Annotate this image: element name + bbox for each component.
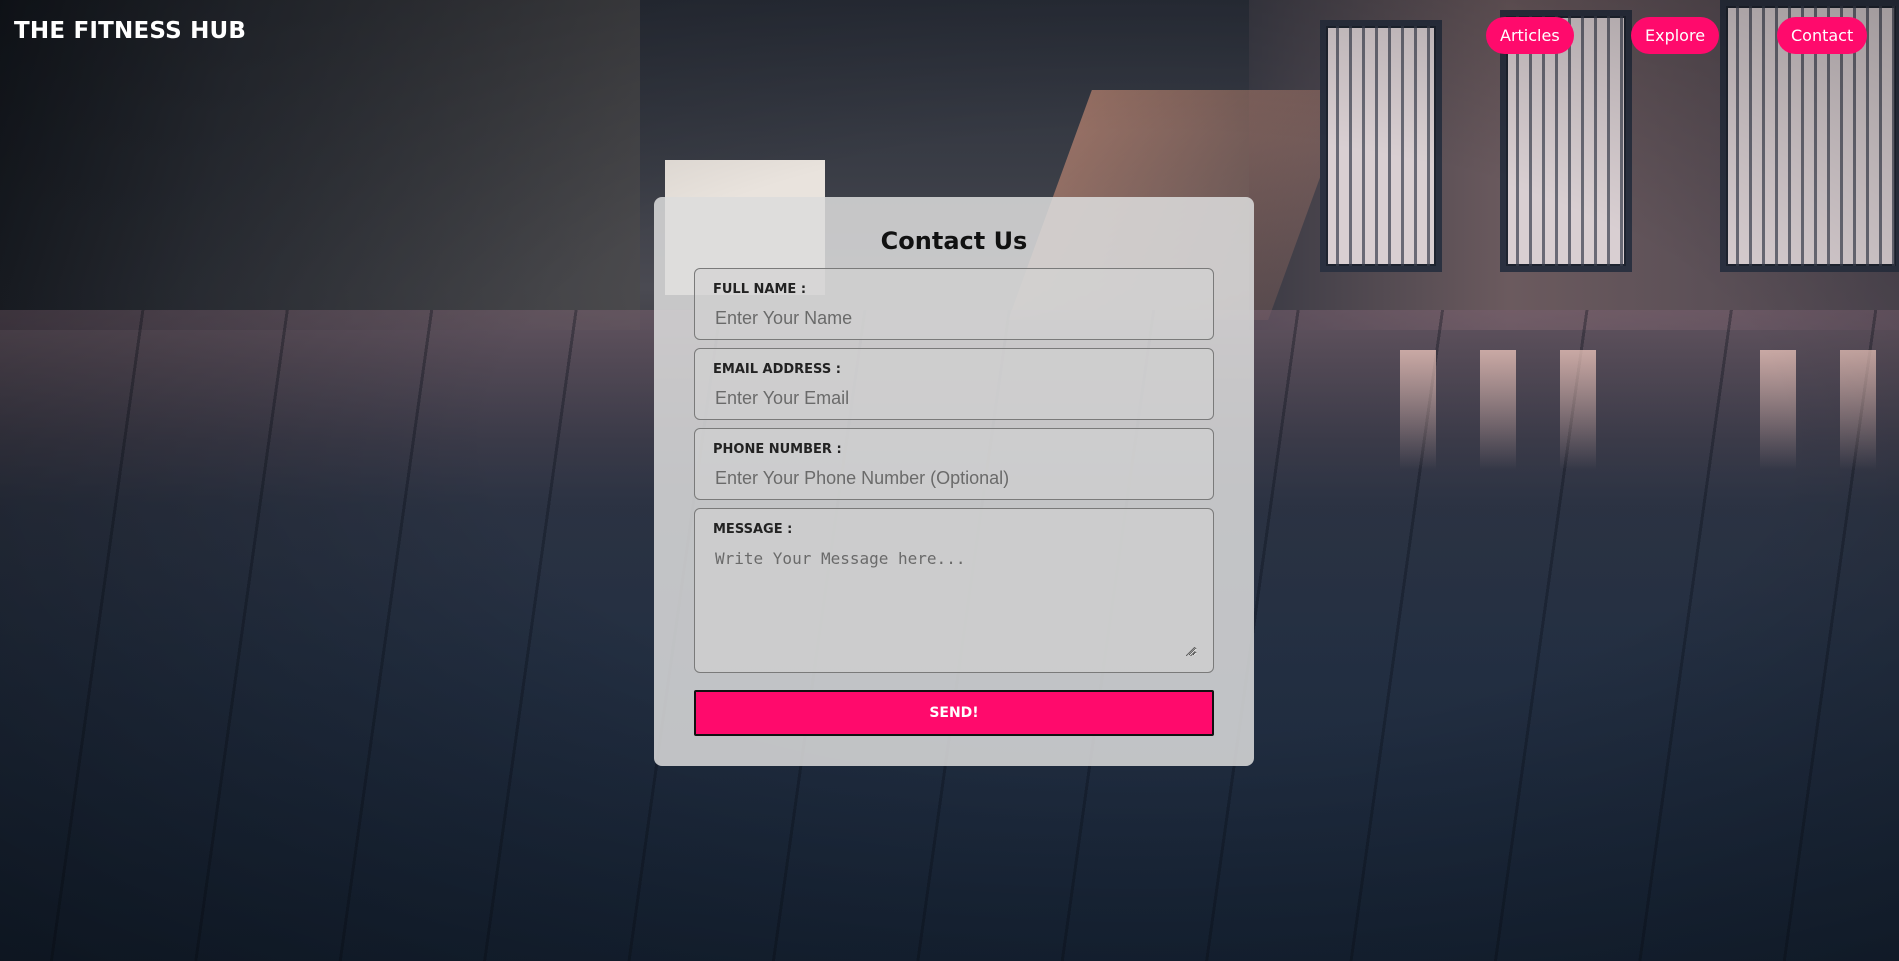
email-input[interactable]	[713, 385, 1197, 411]
resize-grip-icon[interactable]	[1186, 647, 1195, 656]
nav-articles-button[interactable]: Articles	[1486, 17, 1574, 54]
full-name-label: FULL NAME :	[713, 282, 807, 297]
email-field: EMAIL ADDRESS :	[694, 348, 1214, 420]
form-title: Contact Us	[880, 227, 1028, 255]
phone-label: PHONE NUMBER :	[713, 442, 842, 457]
full-name-field: FULL NAME :	[694, 268, 1214, 340]
site-logo-text[interactable]: THE FITNESS HUB	[14, 18, 246, 44]
full-name-input[interactable]	[713, 305, 1197, 331]
email-label: EMAIL ADDRESS :	[713, 362, 841, 377]
message-textarea[interactable]	[713, 547, 1197, 656]
phone-field: PHONE NUMBER :	[694, 428, 1214, 500]
contact-form-card: Contact Us FULL NAME : EMAIL ADDRESS : P…	[654, 197, 1254, 766]
message-label: MESSAGE :	[713, 522, 793, 537]
message-field: MESSAGE :	[694, 508, 1214, 673]
phone-input[interactable]	[713, 465, 1197, 491]
nav-explore-button[interactable]: Explore	[1631, 17, 1720, 54]
site-header: THE FITNESS HUB Articles Explore Contact	[0, 0, 1899, 70]
nav-contact-button[interactable]: Contact	[1777, 17, 1868, 54]
send-button[interactable]: SEND!	[694, 690, 1214, 736]
